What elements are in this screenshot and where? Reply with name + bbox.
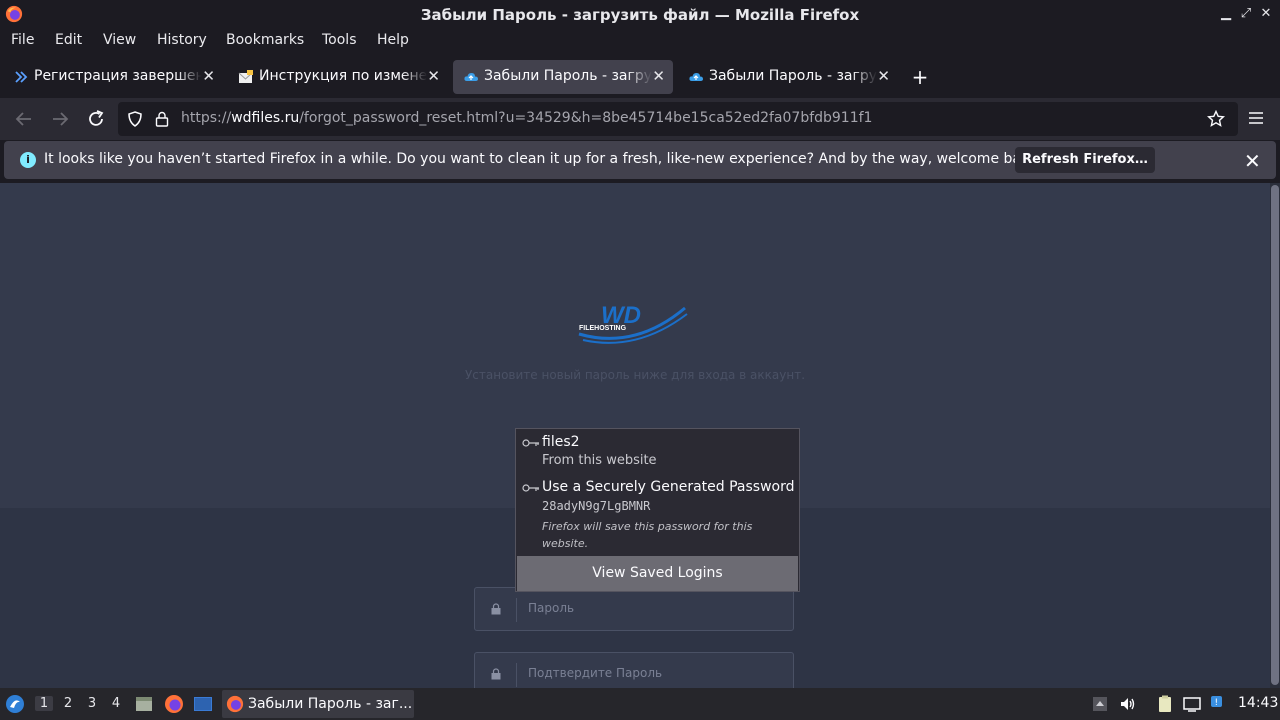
confirm-password-field[interactable]: Подтвердите Пароль bbox=[474, 652, 794, 688]
start-menu-icon[interactable] bbox=[5, 694, 25, 714]
network-icon[interactable] bbox=[1182, 694, 1202, 714]
generated-password-note: Firefox will save this password for this… bbox=[542, 520, 753, 550]
tab-instructions[interactable]: Инструкция по изменению ✕ bbox=[228, 60, 448, 94]
password-placeholder: Пароль bbox=[528, 601, 575, 615]
tab-close-button[interactable]: ✕ bbox=[427, 67, 440, 85]
lock-icon bbox=[491, 603, 501, 615]
navigation-bar: https://wdfiles.ru/forgot_password_reset… bbox=[0, 98, 1280, 140]
file-manager-icon[interactable] bbox=[134, 694, 154, 714]
menu-history[interactable]: History bbox=[157, 32, 207, 48]
url-host: wdfiles.ru bbox=[231, 110, 300, 126]
lock-icon[interactable] bbox=[154, 110, 170, 128]
cloud-icon bbox=[689, 73, 703, 81]
refresh-firefox-button[interactable]: Refresh Firefox… bbox=[1015, 147, 1155, 173]
reload-icon[interactable] bbox=[84, 107, 108, 131]
url-path: /forgot_password_reset.html?u=34529&h=8b… bbox=[299, 110, 873, 126]
mail-icon bbox=[238, 70, 253, 83]
key-icon bbox=[522, 484, 539, 492]
generated-password-title: Use a Securely Generated Password bbox=[542, 479, 795, 495]
tab-label: Инструкция по изменению bbox=[259, 68, 427, 84]
menu-help[interactable]: Help bbox=[377, 32, 409, 48]
tray-up-arrow-icon[interactable] bbox=[1090, 694, 1110, 714]
clipboard-icon[interactable] bbox=[1155, 694, 1175, 714]
firefox-logo-icon bbox=[226, 695, 244, 713]
firefox-launcher-icon[interactable] bbox=[164, 694, 184, 714]
lock-icon bbox=[491, 668, 501, 680]
confirm-password-placeholder: Подтвердите Пароль bbox=[528, 666, 663, 680]
forward-arrow-icon[interactable] bbox=[48, 107, 72, 131]
terminal-icon[interactable] bbox=[193, 694, 213, 714]
menu-bar: File Edit View History Bookmarks Tools H… bbox=[0, 30, 1280, 54]
back-arrow-icon[interactable] bbox=[12, 107, 36, 131]
minimize-button[interactable]: ▁ bbox=[1216, 4, 1236, 24]
task-label: Забыли Пароль - заг... bbox=[248, 696, 413, 712]
tab-forgot-password-active[interactable]: Забыли Пароль - загрузить файл ✕ bbox=[453, 60, 673, 94]
new-tab-button[interactable]: + bbox=[908, 65, 932, 89]
hamburger-menu-icon[interactable] bbox=[1246, 108, 1266, 128]
field-separator bbox=[516, 598, 517, 622]
cloud-icon bbox=[464, 73, 478, 81]
scrollbar-thumb[interactable] bbox=[1271, 185, 1279, 685]
notification-close-button[interactable]: ✕ bbox=[1244, 149, 1261, 173]
maximize-button[interactable]: ⤢ bbox=[1236, 4, 1256, 24]
generated-password-value: 28adyN9g7LgBMNR bbox=[542, 499, 651, 513]
tab-registration[interactable]: Регистрация завершена ✕ bbox=[3, 60, 223, 94]
field-separator bbox=[516, 663, 517, 687]
password-autocomplete-popup: files2 From this website Use a Securely … bbox=[515, 428, 800, 592]
notification-message: It looks like you haven’t started Firefo… bbox=[44, 151, 1043, 167]
tab-close-button[interactable]: ✕ bbox=[877, 67, 890, 85]
password-field[interactable]: Пароль bbox=[474, 587, 794, 631]
menu-tools[interactable]: Tools bbox=[322, 32, 357, 48]
title-bar: Забыли Пароль - загрузить файл — Mozilla… bbox=[0, 0, 1280, 30]
close-window-button[interactable]: ✕ bbox=[1256, 4, 1276, 24]
tab-label: Забыли Пароль - загрузить файл bbox=[484, 68, 652, 84]
tab-label: Регистрация завершена bbox=[34, 68, 202, 84]
svg-text:FILEHOSTING: FILEHOSTING bbox=[579, 325, 627, 332]
key-icon bbox=[522, 439, 539, 447]
volume-icon[interactable] bbox=[1118, 694, 1138, 714]
saved-login-username: files2 bbox=[542, 434, 580, 450]
page-subtitle: Установите новый пароль ниже для входа в… bbox=[464, 368, 806, 382]
info-icon: i bbox=[20, 152, 36, 168]
bookmark-star-icon[interactable] bbox=[1207, 110, 1225, 128]
clock: 14:43 bbox=[1238, 695, 1279, 711]
taskbar: 1 2 3 4 Забыли Пароль - заг... ! 14:43 bbox=[0, 688, 1280, 720]
saved-login-item[interactable]: files2 From this website bbox=[516, 429, 799, 473]
tab-bar: Регистрация завершена ✕ Инструкция по из… bbox=[0, 56, 1280, 98]
wdfiles-logo: WD FILEHOSTING bbox=[578, 302, 688, 344]
taskbar-firefox-window[interactable]: Забыли Пароль - заг... bbox=[222, 690, 414, 718]
menu-file[interactable]: File bbox=[11, 32, 34, 48]
notification-icon[interactable]: ! bbox=[1208, 694, 1228, 714]
notification-bar: i It looks like you haven’t started Fire… bbox=[4, 141, 1276, 179]
saved-login-source: From this website bbox=[542, 453, 657, 468]
menu-bookmarks[interactable]: Bookmarks bbox=[226, 32, 304, 48]
workspace-3[interactable]: 3 bbox=[83, 696, 101, 711]
url-text[interactable]: https://wdfiles.ru/forgot_password_reset… bbox=[181, 110, 872, 126]
tracking-shield-icon[interactable] bbox=[126, 110, 144, 128]
menu-view[interactable]: View bbox=[103, 32, 136, 48]
svg-text:!: ! bbox=[1215, 698, 1219, 708]
firefox-window: Забыли Пароль - загрузить файл — Mozilla… bbox=[0, 0, 1280, 720]
tab-close-button[interactable]: ✕ bbox=[652, 67, 665, 85]
tab-close-button[interactable]: ✕ bbox=[202, 67, 215, 85]
view-saved-logins-button[interactable]: View Saved Logins bbox=[517, 556, 798, 591]
double-chevron-icon bbox=[15, 71, 28, 83]
menu-edit[interactable]: Edit bbox=[55, 32, 82, 48]
url-bar[interactable]: https://wdfiles.ru/forgot_password_reset… bbox=[118, 102, 1238, 136]
workspace-2[interactable]: 2 bbox=[59, 696, 77, 711]
url-scheme: https:// bbox=[181, 110, 232, 126]
window-title: Забыли Пароль - загрузить файл — Mozilla… bbox=[420, 6, 860, 24]
generated-password-item[interactable]: Use a Securely Generated Password 28adyN… bbox=[516, 475, 799, 555]
tab-forgot-password[interactable]: Забыли Пароль - загрузить файл ✕ bbox=[678, 60, 898, 94]
workspace-1[interactable]: 1 bbox=[35, 696, 53, 711]
tab-label: Забыли Пароль - загрузить файл bbox=[709, 68, 877, 84]
workspace-4[interactable]: 4 bbox=[107, 696, 125, 711]
